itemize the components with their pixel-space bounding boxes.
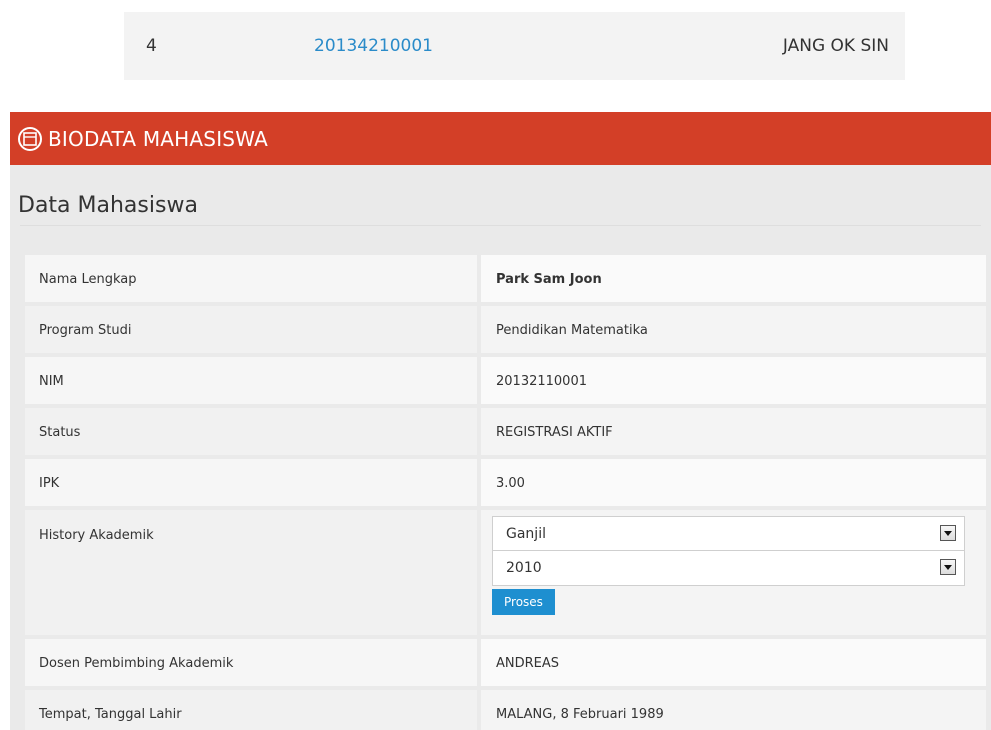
- row-ipk: IPK 3.00: [25, 459, 986, 506]
- row-prodi: Program Studi Pendidikan Matematika: [25, 306, 986, 353]
- row-nim: NIM 20132110001: [25, 357, 986, 404]
- field-value: Park Sam Joon: [481, 255, 986, 302]
- field-label: Dosen Pembimbing Akademik: [25, 639, 477, 686]
- row-ttl: Tempat, Tanggal Lahir MALANG, 8 Februari…: [25, 690, 986, 730]
- student-list-row: 4 20134210001 JANG OK SIN: [124, 12, 905, 80]
- section-divider: [20, 225, 981, 226]
- student-nim-link[interactable]: 20134210001: [314, 36, 433, 56]
- student-name: JANG OK SIN: [782, 36, 889, 56]
- biodata-panel: BIODATA MAHASISWA Data Mahasiswa Nama Le…: [10, 112, 991, 730]
- proses-button[interactable]: Proses: [492, 589, 555, 615]
- field-value: 20132110001: [481, 357, 986, 404]
- semester-selected-value: Ganjil: [506, 526, 546, 542]
- year-selected-value: 2010: [506, 560, 542, 576]
- field-label: IPK: [25, 459, 477, 506]
- semester-select[interactable]: Ganjil: [492, 516, 965, 551]
- panel-header: BIODATA MAHASISWA: [10, 112, 991, 165]
- row-history: History Akademik Ganjil 2010 Proses: [25, 510, 986, 635]
- chevron-down-icon[interactable]: [940, 525, 956, 541]
- field-label: Status: [25, 408, 477, 455]
- field-label: NIM: [25, 357, 477, 404]
- panel-title: BIODATA MAHASISWA: [48, 126, 268, 151]
- table-icon: [18, 126, 42, 151]
- field-value: REGISTRASI AKTIF: [481, 408, 986, 455]
- field-value: MALANG, 8 Februari 1989: [481, 690, 986, 730]
- field-label: Program Studi: [25, 306, 477, 353]
- row-nama: Nama Lengkap Park Sam Joon: [25, 255, 986, 302]
- row-number: 4: [146, 36, 157, 56]
- row-status: Status REGISTRASI AKTIF: [25, 408, 986, 455]
- field-value: ANDREAS: [481, 639, 986, 686]
- field-label: Nama Lengkap: [25, 255, 477, 302]
- chevron-down-icon[interactable]: [940, 559, 956, 575]
- field-label: Tempat, Tanggal Lahir: [25, 690, 477, 730]
- biodata-table: Nama Lengkap Park Sam Joon Program Studi…: [25, 255, 986, 730]
- history-controls: Ganjil 2010 Proses: [481, 510, 986, 635]
- field-value: Pendidikan Matematika: [481, 306, 986, 353]
- row-dosen: Dosen Pembimbing Akademik ANDREAS: [25, 639, 986, 686]
- section-title: Data Mahasiswa: [18, 193, 198, 218]
- year-select[interactable]: 2010: [492, 551, 965, 586]
- field-label: History Akademik: [25, 510, 477, 635]
- field-value: 3.00: [481, 459, 986, 506]
